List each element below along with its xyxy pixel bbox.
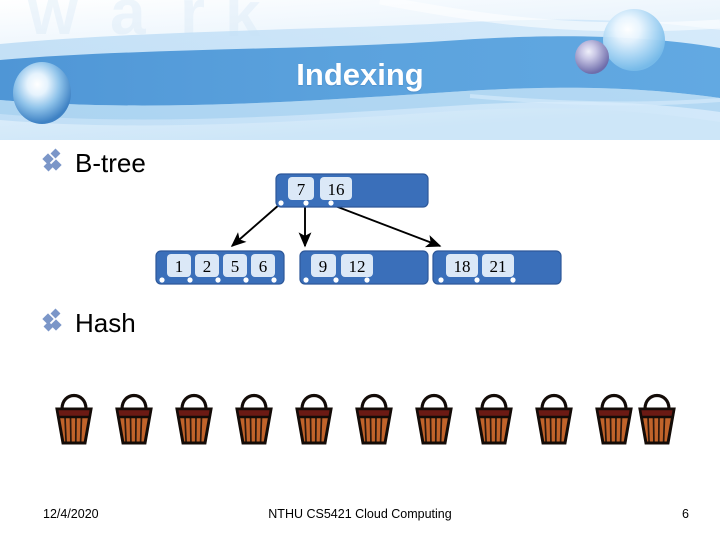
- hash-bucket-row: [0, 385, 720, 460]
- btree-node-leaf-1: 9 12: [299, 250, 429, 285]
- btree-node-leaf-0: 1 2 5 6: [155, 250, 285, 285]
- slide-header-banner: w a r k creating: [0, 0, 720, 140]
- btree-leaf1-key-1: 12: [349, 257, 366, 276]
- basket-bucket-icon: [527, 385, 581, 455]
- basket-bucket-icon: [347, 385, 401, 455]
- bullet-item-btree: B-tree: [42, 148, 146, 178]
- basket-bucket-icon: [47, 385, 101, 455]
- basket-bucket-icon: [287, 385, 341, 455]
- basket-bucket-glyph: [638, 393, 676, 445]
- basket-bucket-glyph: [55, 393, 93, 445]
- btree-leaf0-key-1: 2: [203, 257, 212, 276]
- footer-course-name: NTHU CS5421 Cloud Computing: [268, 507, 452, 521]
- btree-leaf2-key-1: 21: [490, 257, 507, 276]
- btree-leaf1-key-0: 9: [319, 257, 328, 276]
- btree-root-key-1: 16: [328, 180, 345, 199]
- btree-root-key-0: 7: [297, 180, 306, 199]
- btree-diagram: 7 16 1 2 5 6 9 12 18 21: [150, 168, 580, 290]
- presentation-slide: w a r k creating: [0, 0, 720, 540]
- basket-bucket-glyph: [415, 393, 453, 445]
- basket-bucket-icon: [227, 385, 281, 455]
- btree-node-root: 7 16: [275, 173, 429, 208]
- basket-bucket-icon: [167, 385, 221, 455]
- slide-footer: 12/4/2020 NTHU CS5421 Cloud Computing 6: [0, 505, 720, 529]
- diamond-cluster-bullet-icon: [42, 148, 66, 174]
- footer-page-number: 6: [682, 507, 689, 521]
- basket-bucket-glyph: [535, 393, 573, 445]
- bullet-label-btree: B-tree: [75, 148, 146, 178]
- basket-bucket-glyph: [175, 393, 213, 445]
- btree-leaf0-key-3: 6: [259, 257, 268, 276]
- btree-leaf0-key-2: 5: [231, 257, 240, 276]
- basket-bucket-glyph: [235, 393, 273, 445]
- basket-bucket-glyph: [295, 393, 333, 445]
- basket-bucket-glyph: [355, 393, 393, 445]
- btree-node-leaf-2: 18 21: [432, 250, 562, 285]
- btree-leaf0-key-0: 1: [175, 257, 184, 276]
- basket-bucket-glyph: [475, 393, 513, 445]
- basket-bucket-icon: [630, 385, 684, 455]
- btree-leaf2-key-0: 18: [454, 257, 471, 276]
- basket-bucket-icon: [407, 385, 461, 455]
- basket-bucket-icon: [467, 385, 521, 455]
- slide-title: Indexing: [296, 57, 424, 92]
- basket-bucket-glyph: [115, 393, 153, 445]
- bullet-item-hash: Hash: [42, 308, 136, 338]
- btree-graphic: 7 16 1 2 5 6 9 12 18 21: [155, 173, 562, 285]
- bullet-label-hash: Hash: [75, 308, 136, 338]
- basket-bucket-icon: [107, 385, 161, 455]
- btree-edges: [230, 203, 442, 248]
- diamond-cluster-bullet-icon: [42, 308, 66, 334]
